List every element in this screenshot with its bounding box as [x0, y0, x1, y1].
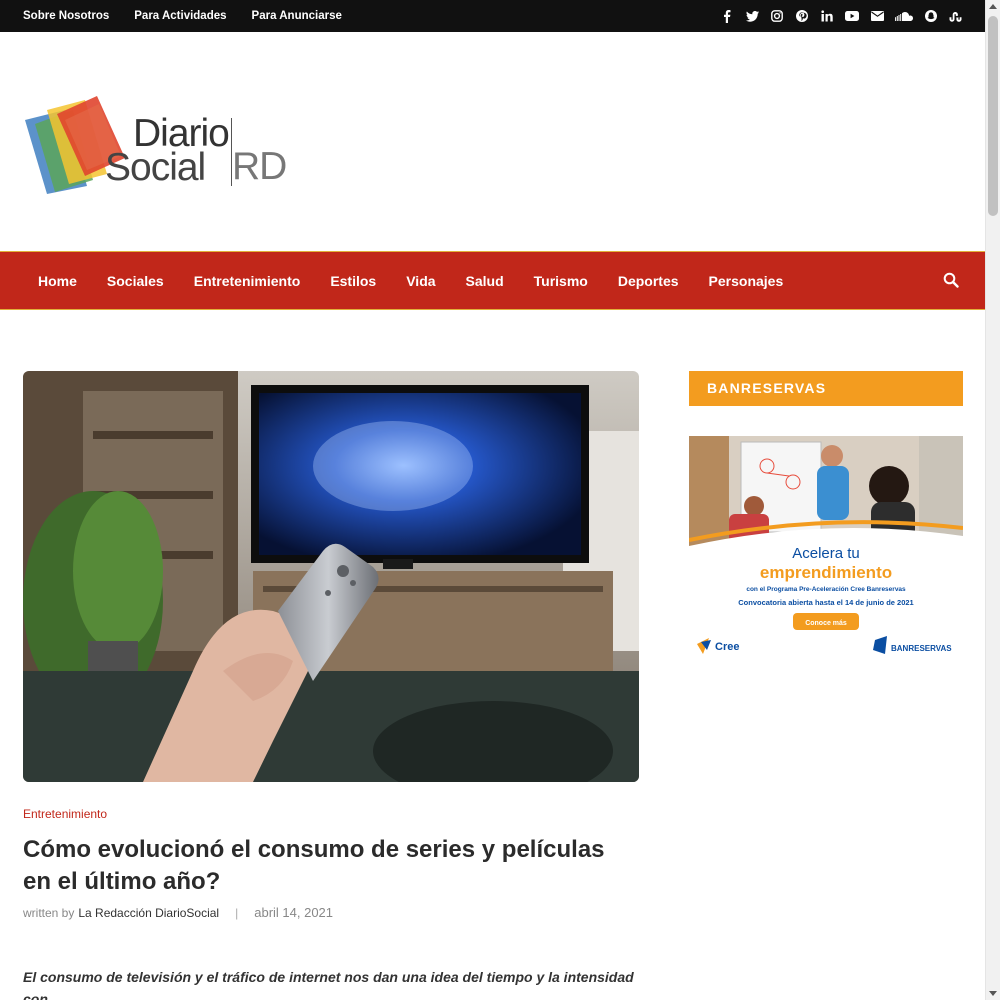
ad-headline-1: Acelera tu: [792, 545, 860, 562]
nav-item-salud[interactable]: Salud: [466, 273, 504, 289]
scroll-up-arrow-icon[interactable]: [989, 4, 997, 9]
snapchat-icon[interactable]: [924, 9, 938, 23]
search-icon[interactable]: [943, 272, 959, 288]
youtube-icon[interactable]: [845, 9, 859, 23]
nav-item-estilos[interactable]: Estilos: [330, 273, 376, 289]
nav-item-sociales[interactable]: Sociales: [107, 273, 164, 289]
twitter-icon[interactable]: [745, 9, 759, 23]
ad-subline: con el Programa Pre-Aceleración Cree Ban…: [746, 586, 906, 593]
scrollbar-thumb[interactable]: [988, 16, 998, 216]
nav-item-personajes[interactable]: Personajes: [709, 273, 784, 289]
site-logo[interactable]: Diario Social RD: [25, 96, 297, 198]
page-scrollbar[interactable]: [985, 0, 1000, 1000]
nav-item-entretenimiento[interactable]: Entretenimiento: [194, 273, 301, 289]
article-title[interactable]: Cómo evolucionó el consumo de series y p…: [23, 834, 639, 898]
instagram-icon[interactable]: [770, 9, 784, 23]
article-featured-image[interactable]: [23, 371, 639, 782]
article-category[interactable]: Entretenimiento: [23, 807, 107, 821]
nav-item-vida[interactable]: Vida: [406, 273, 435, 289]
article-date: abril 14, 2021: [254, 905, 334, 920]
article-meta: written by La Redacción DiarioSocial | a…: [23, 905, 333, 920]
top-bar: Sobre Nosotros Para Actividades Para Anu…: [0, 0, 985, 32]
linkedin-icon[interactable]: [820, 9, 834, 23]
article-excerpt: El consumo de televisión y el tráfico de…: [23, 969, 634, 1000]
nav-item-deportes[interactable]: Deportes: [618, 273, 679, 289]
top-links: Sobre Nosotros Para Actividades Para Anu…: [23, 0, 342, 32]
email-icon[interactable]: [870, 9, 884, 23]
top-link-para-anunciarse[interactable]: Para Anunciarse: [252, 10, 342, 22]
sidebar-widget-header: BANRESERVAS: [689, 371, 963, 406]
facebook-icon[interactable]: [720, 9, 734, 23]
top-link-sobre-nosotros[interactable]: Sobre Nosotros: [23, 10, 109, 22]
banreservas-ad-banner[interactable]: Acelera tu emprendimiento con el Program…: [689, 436, 963, 664]
widget-title: BANRESERVAS: [707, 380, 827, 396]
written-by-label: written by: [23, 905, 75, 920]
top-link-para-actividades[interactable]: Para Actividades: [134, 10, 226, 22]
ad-deadline: Convocatoria abierta hasta el 14 de juni…: [738, 598, 913, 607]
ad-brand-cree: Cree: [715, 641, 739, 653]
ad-headline-2: emprendimiento: [760, 563, 892, 582]
social-icons: [720, 0, 963, 32]
ad-cta-label: Conoce más: [805, 620, 847, 627]
pinterest-icon[interactable]: [795, 9, 809, 23]
nav-item-turismo[interactable]: Turismo: [534, 273, 588, 289]
main-nav-items: Home Sociales Entretenimiento Estilos Vi…: [38, 252, 783, 309]
logo-text-social: Social: [105, 146, 206, 189]
scroll-down-arrow-icon[interactable]: [989, 991, 997, 996]
ad-brand-banreservas: BANRESERVAS: [891, 644, 952, 653]
main-nav: Home Sociales Entretenimiento Estilos Vi…: [0, 251, 985, 310]
soundcloud-icon[interactable]: [895, 9, 913, 23]
nav-item-home[interactable]: Home: [38, 273, 77, 289]
stumbleupon-icon[interactable]: [949, 9, 963, 23]
article-author[interactable]: La Redacción DiarioSocial: [78, 906, 219, 920]
meta-separator: |: [235, 905, 239, 920]
logo-text-rd: RD: [232, 145, 287, 188]
